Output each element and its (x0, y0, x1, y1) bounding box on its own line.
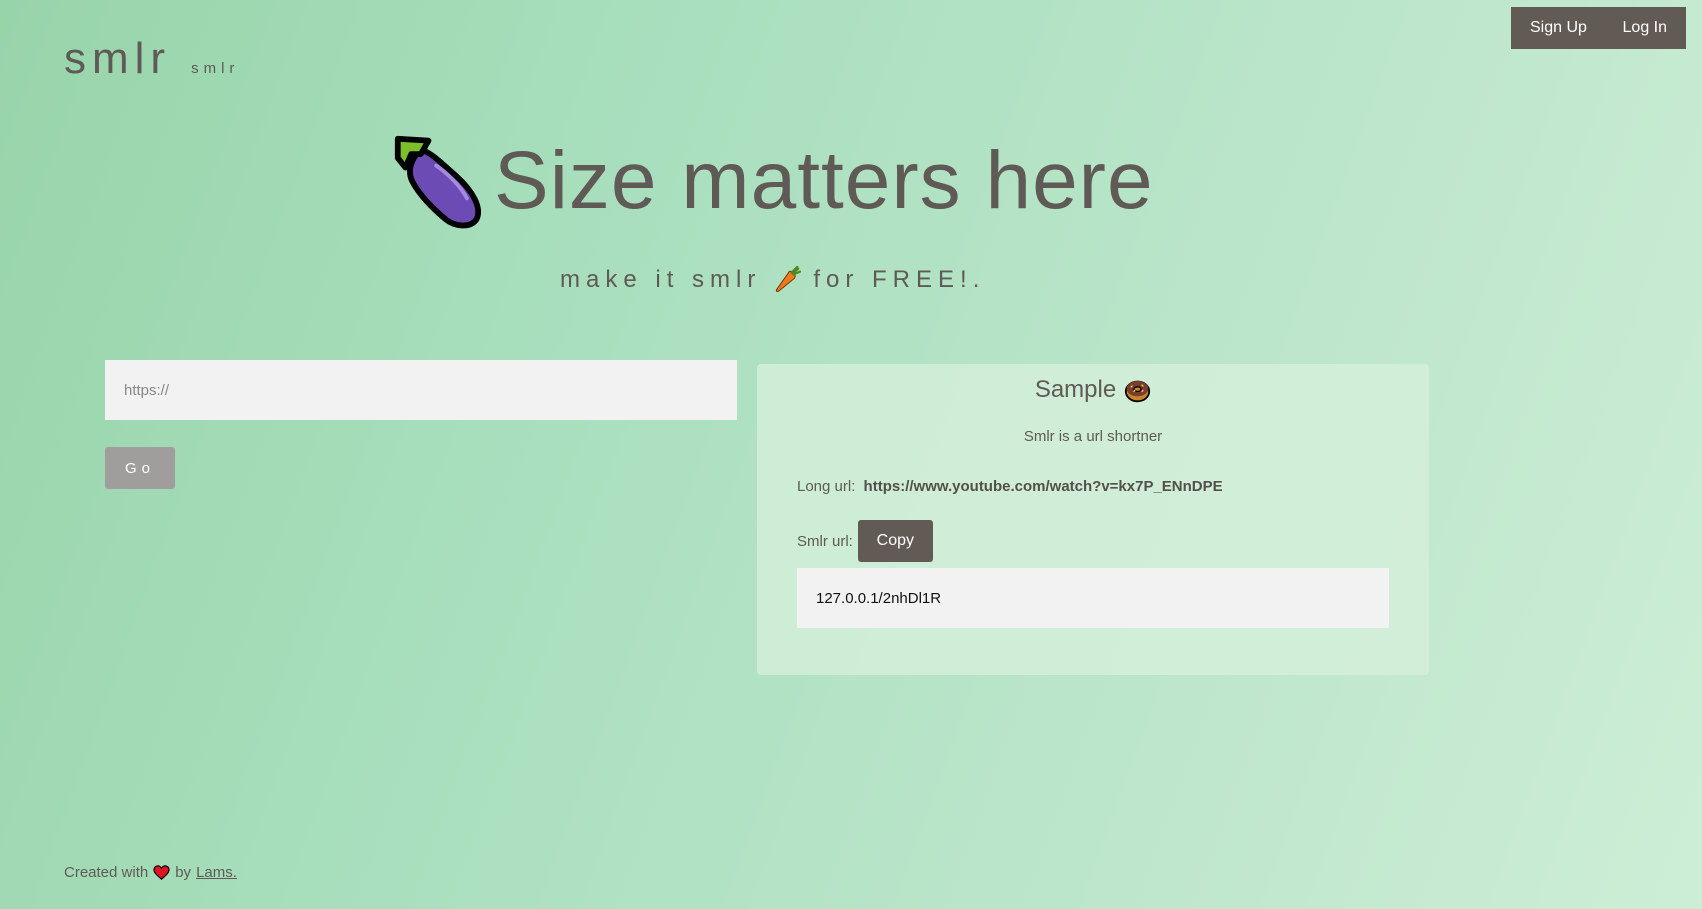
smlr-url-row: Smlr url: Copy (797, 520, 933, 562)
carrot-icon (776, 266, 802, 293)
tagline-free-text: for FREE!. (813, 266, 986, 293)
copy-button[interactable]: Copy (857, 520, 933, 562)
auth-nav: Sign Up Log In (1511, 7, 1686, 49)
donut-icon (1125, 380, 1151, 402)
short-url-field[interactable] (797, 568, 1389, 628)
hero-title: Size matters here (494, 135, 1154, 226)
long-url-value: https://www.youtube.com/watch?v=kx7P_ENn… (863, 478, 1223, 495)
footer: Created with by Lams. (64, 864, 237, 881)
tagline: make it smlr for FREE!. (560, 266, 985, 294)
sample-title: Sample (757, 376, 1429, 404)
long-url-input[interactable] (105, 360, 737, 420)
footer-by-text: by (175, 864, 192, 881)
heart-icon (153, 865, 170, 880)
login-link[interactable]: Log In (1623, 19, 1667, 37)
long-url-label: Long url: (797, 478, 856, 495)
sample-description: Smlr is a url shortner (1023, 428, 1163, 445)
brand-name: smlr (64, 34, 172, 83)
smlr-url-label: Smlr url: (797, 532, 853, 550)
long-url-row: Long url: https://www.youtube.com/watch?… (797, 478, 1223, 495)
signup-link[interactable]: Sign Up (1530, 19, 1587, 37)
author-link[interactable]: Lams. (196, 864, 237, 881)
sample-title-text: Sample (1034, 376, 1117, 403)
footer-text: Created with (64, 864, 149, 881)
eggplant-icon (394, 135, 481, 229)
brand: smlr smlr (64, 34, 239, 84)
go-button[interactable]: Go (105, 447, 175, 489)
brand-subtitle: smlr (191, 60, 240, 77)
sample-card: Sample Smlr is a url shortner Long url: … (757, 364, 1429, 675)
hero: Size matters here (392, 132, 1154, 230)
tagline-text: make it smlr (560, 266, 762, 293)
